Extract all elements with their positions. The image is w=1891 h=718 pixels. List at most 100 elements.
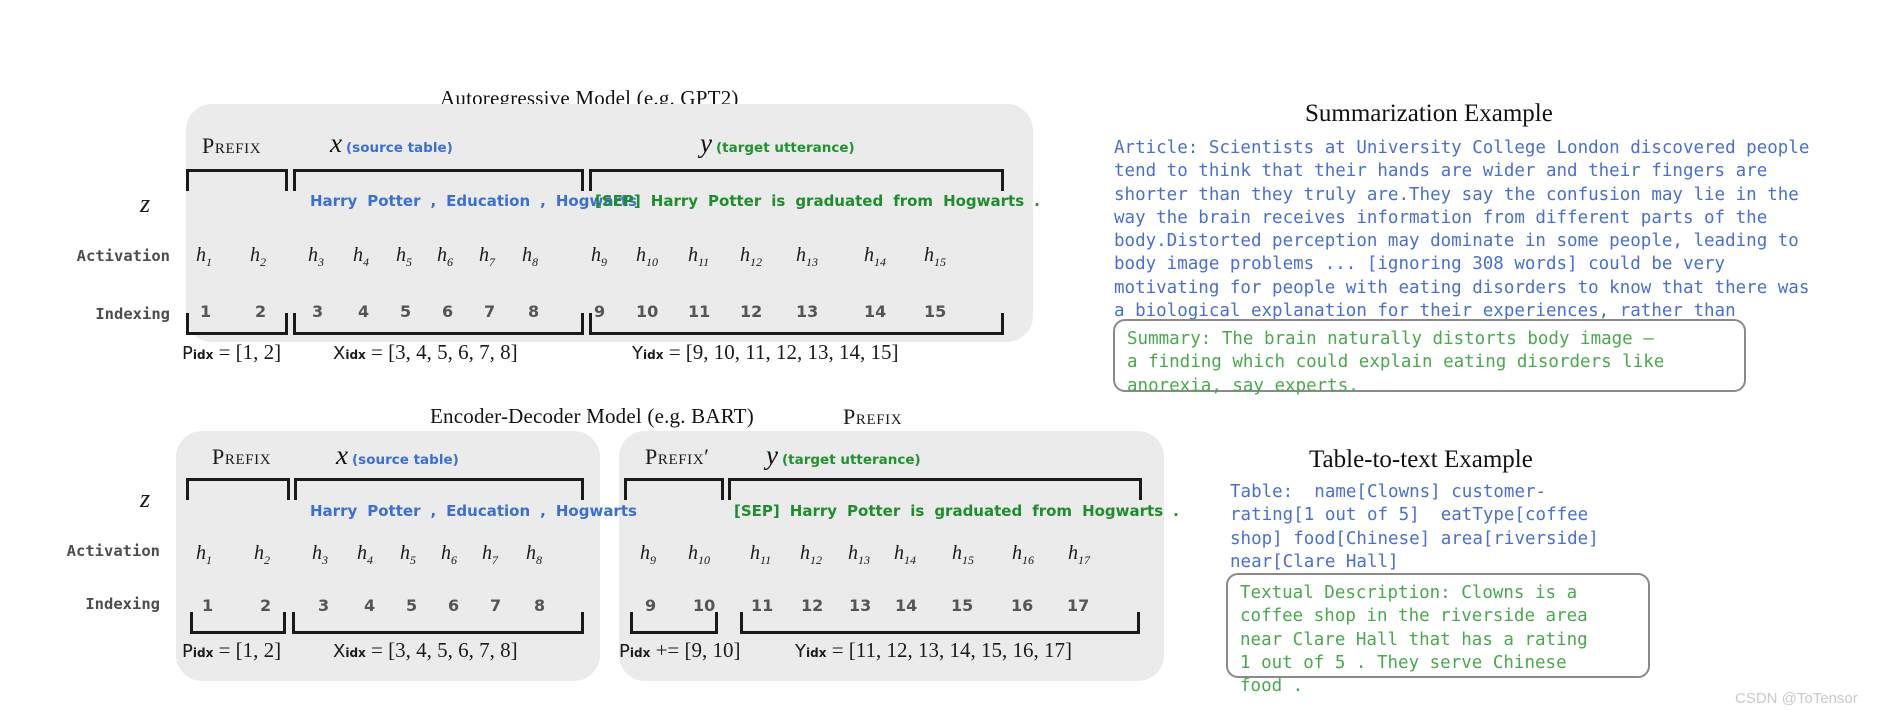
y-brace-bottom-autoregressive [589, 313, 1004, 335]
y-brace-bottom-decoder [740, 612, 1140, 634]
x-idx-formula-encoder: Xidx = [3, 4, 5, 6, 7, 8] [333, 638, 518, 662]
token: Education [446, 502, 531, 520]
token: Harry [310, 502, 358, 520]
activation: h17 [1068, 542, 1090, 567]
token: . [1034, 192, 1040, 210]
table-to-text-description-text: Textual Description: Clowns is a coffee … [1240, 583, 1588, 697]
activation: h13 [796, 244, 818, 269]
prefix-label-encoder: Prefix [212, 444, 272, 469]
prefix-prime-brace-top-decoder [624, 478, 724, 500]
activation: h11 [750, 542, 772, 567]
table-to-text-table-text: Table: name[Clowns] customer- rating[1 o… [1230, 482, 1599, 572]
prefix-prime-brace-bottom-decoder [630, 612, 718, 634]
token: , [430, 192, 437, 210]
prefix-brace-bottom-autoregressive [186, 313, 288, 335]
activation: h11 [688, 244, 710, 269]
token: , [540, 192, 546, 210]
y-idx-formula-decoder: Yidx = [11, 12, 13, 14, 15, 16, 17] [795, 638, 1073, 662]
x-idx-formula-autoregressive: Xidx = [3, 4, 5, 6, 7, 8] [333, 340, 518, 364]
token: Potter [367, 502, 421, 520]
activation: h10 [636, 244, 658, 269]
x-brace-bottom-encoder [292, 612, 584, 634]
token: , [540, 502, 546, 520]
prefix-brace-bottom-encoder [190, 612, 286, 634]
y-variable: y [766, 440, 778, 470]
token: [SEP] [595, 192, 641, 210]
activation: h14 [894, 542, 916, 567]
table-to-text-description-box: Textual Description: Clowns is a coffee … [1226, 573, 1650, 696]
x-variable: x [330, 128, 342, 158]
token: Potter [708, 192, 762, 210]
target-utterance-caption: (target utterance) [715, 140, 855, 156]
activation: h16 [1012, 542, 1034, 567]
y-brace-top-autoregressive [589, 169, 1004, 191]
source-tokens-encoder: Harry Potter , Education , Hogwarts [310, 502, 637, 520]
token: from [893, 192, 934, 210]
y-variable: y [700, 128, 712, 158]
p-idx-formula-decoder: Pidx += [9, 10] [619, 638, 741, 662]
indexing-row-label-autoregressive: Indexing [95, 305, 170, 323]
prefix-prime-label-decoder: Prefix′ [645, 444, 710, 469]
x-header-encoder: x (source table) [336, 440, 459, 471]
activation: h5 [396, 244, 412, 269]
source-table-caption: (source table) [345, 140, 453, 156]
activation: h15 [924, 244, 946, 269]
token: Education [446, 192, 531, 210]
activation: h9 [640, 542, 656, 567]
activation: h4 [353, 244, 369, 269]
csdn-watermark: CSDN @ToTensor [1735, 690, 1858, 707]
source-table-caption: (source table) [351, 452, 459, 468]
activation: h2 [250, 244, 266, 269]
summarization-summary-text: Summary: The brain naturally distorts bo… [1127, 329, 1665, 396]
activation: h1 [196, 244, 212, 269]
x-brace-top-autoregressive [293, 169, 584, 191]
activation: h4 [357, 542, 373, 567]
summarization-example-title: Summarization Example [1305, 100, 1553, 127]
token: . [1173, 502, 1179, 520]
token: Hogwarts [1082, 502, 1164, 520]
activation: h9 [591, 244, 607, 269]
token: Hogwarts [555, 502, 637, 520]
activation: h8 [526, 542, 542, 567]
activation: h14 [864, 244, 886, 269]
y-header-decoder: y (target utterance) [766, 440, 921, 471]
token: graduated [795, 192, 884, 210]
activation: h3 [308, 244, 324, 269]
summarization-summary-box: Summary: The brain naturally distorts bo… [1113, 319, 1746, 396]
y-idx-formula-autoregressive: Yidx = [9, 10, 11, 12, 13, 14, 15] [632, 340, 899, 364]
activation: h10 [688, 542, 710, 567]
target-tokens-autoregressive: [SEP] Harry Potter is graduated from Hog… [595, 192, 1040, 210]
activation: h12 [740, 244, 762, 269]
token: Harry [310, 192, 358, 210]
encoder-decoder-title: Encoder-Decoder Model (e.g. BART) [430, 404, 754, 428]
activation: h6 [437, 244, 453, 269]
activation: h7 [482, 542, 498, 567]
target-utterance-caption: (target utterance) [781, 452, 921, 468]
token: Hogwarts [943, 192, 1025, 210]
token: is [771, 192, 786, 210]
z-label-encoder-decoder: z [140, 484, 151, 513]
activation: h13 [848, 542, 870, 567]
decoder-prefix-outer-label: Prefix [843, 404, 903, 429]
p-idx-formula-autoregressive: Pidx = [1, 2] [182, 340, 282, 364]
y-brace-top-decoder [728, 478, 1142, 500]
token: , [430, 502, 437, 520]
prefix-brace-top-autoregressive [186, 169, 288, 191]
x-header-autoregressive: x (source table) [330, 128, 453, 159]
token: Harry [650, 192, 699, 210]
y-header-autoregressive: y (target utterance) [700, 128, 855, 159]
target-tokens-decoder: [SEP] Harry Potter is graduated from Hog… [734, 502, 1179, 520]
token: Potter [847, 502, 901, 520]
indexing-row-label-encoder-decoder: Indexing [85, 595, 160, 613]
activation: h3 [312, 542, 328, 567]
activation: h1 [196, 542, 212, 567]
activation: h5 [400, 542, 416, 567]
token: Potter [367, 192, 421, 210]
activation: h7 [479, 244, 495, 269]
token: is [910, 502, 925, 520]
z-label-autoregressive: z [140, 189, 151, 218]
activation: h8 [522, 244, 538, 269]
activation-row-label-encoder-decoder: Activation [66, 542, 160, 560]
prefix-label-autoregressive: Prefix [202, 133, 262, 158]
source-tokens-autoregressive: Harry Potter , Education , Hogwarts [310, 192, 637, 210]
